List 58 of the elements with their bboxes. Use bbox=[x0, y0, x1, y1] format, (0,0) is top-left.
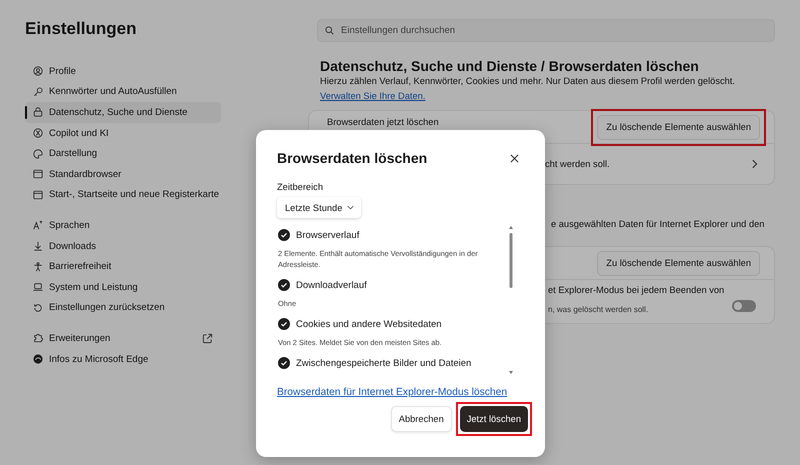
section-description: e ausgewählten Daten für Internet Explorer und den bbox=[551, 219, 766, 229]
select-items-button[interactable]: Zu löschende Elemente auswählen bbox=[597, 250, 760, 276]
nav-item[interactable]: Barrierefreiheit bbox=[25, 256, 221, 277]
nav-item[interactable]: Infos zu Microsoft Edge bbox=[25, 348, 221, 370]
puzzle-icon bbox=[33, 333, 43, 344]
manage-data-link[interactable]: Verwalten Sie Ihre Daten. bbox=[320, 91, 426, 101]
profile-icon bbox=[33, 66, 43, 76]
checkbox[interactable] bbox=[278, 318, 290, 330]
page-description: Hierzu zählen Verlauf, Kennwörter, Cookies und mehr. Nur Daten aus diesem Profil werden gelöscht. bbox=[320, 76, 736, 86]
row-description: cht werden soll. bbox=[545, 159, 610, 169]
close-button[interactable] bbox=[508, 152, 521, 164]
toggle-switch[interactable] bbox=[732, 300, 756, 312]
close-icon bbox=[510, 154, 519, 162]
nav-item[interactable]: Copilot und KI bbox=[25, 122, 221, 144]
nav-item[interactable]: Kennwörter und AutoAusfüllen bbox=[25, 82, 221, 102]
nav-item[interactable]: Datenschutz, Suche und Dienste bbox=[25, 102, 221, 123]
caret-down-icon bbox=[347, 205, 354, 210]
nav-item[interactable]: Erweiterungen bbox=[25, 328, 221, 349]
select-items-button[interactable]: Zu löschende Elemente auswählen bbox=[597, 114, 760, 140]
nav-item[interactable]: Profile bbox=[25, 61, 221, 82]
row-title: et Explorer-Modus bei jedem Beenden von bbox=[548, 285, 724, 295]
nav-item[interactable]: System und Leistung bbox=[25, 276, 221, 298]
chevron-right-icon bbox=[751, 159, 758, 169]
checkbox[interactable] bbox=[278, 229, 290, 241]
checkbox[interactable] bbox=[278, 279, 290, 291]
delete-now-button[interactable]: Jetzt löschen bbox=[460, 406, 528, 432]
search-field[interactable]: Einstellungen durchsuchen bbox=[317, 19, 775, 42]
key-icon bbox=[33, 86, 43, 97]
time-range-label: Zeitbereich bbox=[277, 182, 324, 192]
download-icon bbox=[33, 241, 43, 252]
dialog-title: Browserdaten löschen bbox=[277, 150, 428, 166]
nav-item[interactable]: Start-, Startseite und neue Registerkarte bbox=[25, 184, 221, 206]
window-icon bbox=[33, 190, 43, 200]
palette-icon bbox=[33, 148, 43, 159]
row-description: n, was gelöscht werden soll. bbox=[548, 305, 650, 314]
nav-item[interactable]: Einstellungen zurücksetzen bbox=[25, 298, 221, 318]
language-icon bbox=[33, 220, 43, 230]
window-icon bbox=[33, 169, 43, 180]
checkbox-label: Downloadverlauf bbox=[296, 280, 367, 290]
ie-mode-link[interactable]: Browserdaten für Internet Explorer-Modus löschen bbox=[277, 387, 508, 398]
time-range-dropdown[interactable]: Letzte Stunde bbox=[277, 197, 362, 218]
row-label: Browserdaten jetzt löschen bbox=[327, 117, 439, 127]
laptop-icon bbox=[33, 282, 43, 292]
reset-icon bbox=[33, 302, 43, 313]
checkbox-label: Cookies und andere Websitedaten bbox=[296, 318, 442, 330]
person-icon bbox=[33, 262, 43, 272]
lock-icon bbox=[33, 107, 43, 118]
nav-item[interactable]: Downloads bbox=[25, 236, 221, 256]
settings-title: Einstellungen bbox=[25, 19, 138, 39]
checkbox-label: Zwischengespeicherte Bilder und Dateien bbox=[296, 358, 472, 368]
nav-item[interactable]: Standardbrowser bbox=[25, 164, 221, 185]
checkbox-label: Browserverlauf bbox=[296, 230, 360, 240]
checkbox[interactable] bbox=[278, 357, 290, 369]
search-icon bbox=[325, 26, 334, 35]
cancel-button[interactable]: Abbrechen bbox=[390, 406, 452, 432]
page-heading: Datenschutz, Suche und Dienste / Browserdaten löschen bbox=[320, 58, 700, 74]
nav-item[interactable]: Darstellung bbox=[25, 143, 221, 164]
nav-item[interactable]: Sprachen bbox=[25, 215, 221, 236]
